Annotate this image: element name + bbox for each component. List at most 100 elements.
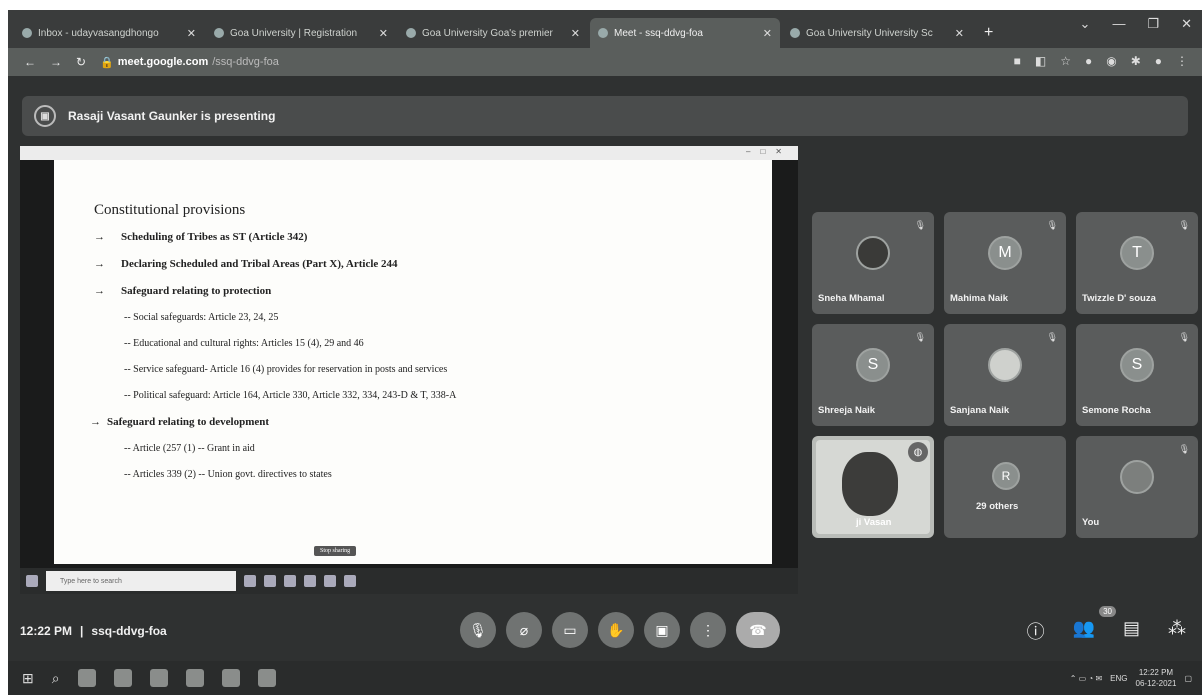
reload-icon[interactable]: ↻ — [76, 55, 86, 69]
browser-tab[interactable]: Goa University | Registration ✕ — [206, 18, 396, 48]
arrow-icon: → — [94, 285, 105, 297]
participant-tile[interactable]: 🎙 S Shreeja Naik — [812, 324, 934, 426]
browser-tab[interactable]: Goa University University Sc ✕ — [782, 18, 972, 48]
site-favicon-icon — [790, 28, 800, 38]
participant-tile[interactable]: 🎙 Sanjana Naik — [944, 324, 1066, 426]
avatar: S — [856, 348, 890, 382]
translate-icon[interactable]: ◧ — [1035, 54, 1046, 68]
browser-tab[interactable]: Goa University Goa's premier ✕ — [398, 18, 588, 48]
word-icon[interactable] — [257, 669, 276, 687]
taskbar-app-icon — [264, 575, 276, 587]
shared-window-titlebar: –□✕ — [20, 146, 798, 160]
others-tile[interactable]: R 29 others — [944, 436, 1066, 538]
tab-title: Goa University Goa's premier — [422, 27, 553, 39]
extension-icon[interactable]: ● — [1085, 54, 1092, 68]
profile-icon[interactable]: ● — [1155, 54, 1162, 68]
participant-tile[interactable]: 🎙 M Mahima Naik — [944, 212, 1066, 314]
avatar: T — [1120, 236, 1154, 270]
window-controls: ⌄ — ❐ ✕ — [1080, 16, 1192, 32]
tab-title: Goa University University Sc — [806, 27, 933, 39]
slide-bullet: → Scheduling of Tribes as ST (Article 342… — [94, 231, 772, 243]
windows-start-icon — [26, 575, 38, 587]
remote-search-box: Type here to search — [46, 571, 236, 591]
participant-tile[interactable]: 🎙 S Semone Rocha — [1076, 324, 1198, 426]
taskbar-app-icon[interactable] — [221, 669, 240, 687]
shared-screen: –□✕ Constitutional provisions → Schedulin… — [20, 146, 798, 594]
mic-off-icon: 🎙 — [1046, 220, 1058, 230]
browser-tab[interactable]: Inbox - udayvasangdhongo ✕ — [14, 18, 204, 48]
url-field[interactable]: 🔒 meet.google.com/ssq-ddvg-foa — [100, 56, 279, 69]
tab-title: Inbox - udayvasangdhongo — [38, 27, 159, 39]
bullet-text: Declaring Scheduled and Tribal Areas (Pa… — [121, 258, 398, 270]
close-tab-icon[interactable]: ✕ — [763, 27, 772, 40]
taskbar-app-icon — [284, 575, 296, 587]
participant-tile[interactable]: 🎙 T Twizzle D' souza — [1076, 212, 1198, 314]
meet-bottom-bar: 12:22 PM | ssq-ddvg-foa 🎙 ⌀ ▭ ✋ ▣ ⋮ ☎ ⓘ … — [8, 606, 1202, 658]
camera-icon[interactable]: ■ — [1014, 54, 1021, 68]
activities-icon[interactable]: ⁂ — [1168, 618, 1186, 644]
taskbar-app-icon — [324, 575, 336, 587]
participant-name: Shreeja Naik — [818, 405, 876, 416]
close-tab-icon[interactable]: ✕ — [187, 27, 196, 40]
restore-icon[interactable]: ❐ — [1147, 16, 1159, 32]
taskbar-app-icon[interactable] — [113, 669, 132, 687]
participant-video-tile[interactable]: ◍ ji Vasan — [812, 436, 934, 538]
taskbar-app-icon — [304, 575, 316, 587]
taskbar-app-icon[interactable] — [149, 669, 168, 687]
taskbar-app-icon[interactable] — [185, 669, 204, 687]
clock[interactable]: 12:22 PM 06-12-2021 — [1136, 667, 1177, 689]
mic-off-icon: 🎙 — [1178, 444, 1190, 454]
language-indicator[interactable]: ENG — [1110, 674, 1127, 683]
mic-off-icon: 🎙 — [1046, 332, 1058, 342]
chat-icon[interactable]: ▤ — [1123, 618, 1140, 644]
slide-subpoint: -- Service safeguard- Article 16 (4) pro… — [124, 364, 448, 375]
participant-tile[interactable]: 🎙 Sneha Mhamal — [812, 212, 934, 314]
clock-date: 06-12-2021 — [1135, 679, 1177, 688]
screen: Inbox - udayvasangdhongo ✕ Goa University… — [8, 10, 1202, 695]
clock-time: 12:22 PM — [1138, 668, 1174, 677]
avatar: M — [988, 236, 1022, 270]
windows-start-icon[interactable]: ⊞ — [22, 670, 34, 687]
menu-icon[interactable]: ⋮ — [1176, 54, 1188, 68]
site-favicon-icon — [406, 28, 416, 38]
meet-side-controls: ⓘ 👥 ▤ ⁂ — [1027, 618, 1186, 644]
captions-button[interactable]: ▭ — [552, 612, 588, 648]
participant-name: Sneha Mhamal — [818, 293, 885, 304]
self-tile[interactable]: 🎙 You — [1076, 436, 1198, 538]
chevron-down-icon[interactable]: ⌄ — [1080, 16, 1091, 32]
avatar — [856, 236, 890, 270]
new-tab-button[interactable]: + — [974, 24, 1003, 48]
minimize-icon[interactable]: — — [1112, 16, 1125, 32]
mic-off-button[interactable]: 🎙 — [460, 612, 496, 648]
slide-subpoint: -- Political safeguard: Article 164, Art… — [124, 390, 457, 401]
taskbar-app-icon[interactable] — [77, 669, 96, 687]
sharing-bar: Stop sharing — [314, 546, 357, 556]
puzzle-icon[interactable]: ✱ — [1131, 54, 1141, 68]
stop-sharing-button[interactable]: Stop sharing — [314, 546, 357, 556]
star-icon[interactable]: ☆ — [1060, 54, 1071, 68]
back-icon[interactable]: ← — [24, 55, 36, 69]
bullet-text: Safeguard relating to protection — [121, 285, 272, 297]
search-icon[interactable]: ⌕ — [52, 670, 60, 687]
camera-off-button[interactable]: ⌀ — [506, 612, 542, 648]
participant-name: ji Vasan — [856, 517, 892, 528]
participant-name: Semone Rocha — [1082, 405, 1151, 416]
end-call-button[interactable]: ☎ — [736, 612, 780, 648]
close-tab-icon[interactable]: ✕ — [571, 27, 580, 40]
meet-icon — [598, 28, 608, 38]
close-tab-icon[interactable]: ✕ — [379, 27, 388, 40]
taskbar-app-icon — [244, 575, 256, 587]
close-tab-icon[interactable]: ✕ — [955, 27, 964, 40]
avatar: S — [1120, 348, 1154, 382]
raise-hand-button[interactable]: ✋ — [598, 612, 634, 648]
close-window-icon[interactable]: ✕ — [1181, 16, 1192, 32]
more-options-button[interactable]: ⋮ — [690, 612, 726, 648]
present-button[interactable]: ▣ — [644, 612, 680, 648]
browser-tab-active[interactable]: Meet - ssq-ddvg-foa ✕ — [590, 18, 780, 48]
presenting-text: Rasaji Vasant Gaunker is presenting — [68, 109, 276, 123]
notifications-icon[interactable]: ▢ — [1184, 674, 1192, 683]
forward-icon[interactable]: → — [50, 55, 62, 69]
people-icon[interactable]: 👥 — [1073, 618, 1095, 644]
extension-icon[interactable]: ◉ — [1106, 54, 1116, 68]
info-icon[interactable]: ⓘ — [1027, 618, 1045, 644]
